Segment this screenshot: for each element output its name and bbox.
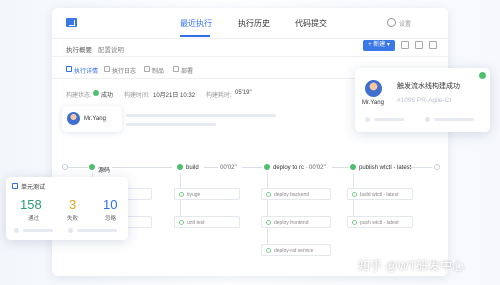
job-label: build wtctl - latest [360,192,399,198]
log-icon [104,66,110,72]
stage-success-icon [177,164,183,170]
pipeline-end-node [434,164,440,170]
watermark: 知乎 @WT研发中心 [358,259,465,273]
placeholder-dot [14,228,19,233]
job-card[interactable]: unit test [174,216,240,228]
success-icon [479,72,486,79]
job-connector [267,173,268,251]
job-label: push wtctl - latest [360,220,399,226]
build-status-value: 成功 [101,93,114,99]
active-tab-indicator [180,35,210,37]
new-button[interactable]: + 新建 ▾ [363,40,395,51]
tab-deploy[interactable]: 部署 [181,66,193,75]
filter-icon[interactable] [401,41,409,49]
user-card[interactable]: Mr.Yang [62,106,122,132]
placeholder-bar [23,229,53,232]
failed-label: 失败 [67,216,79,222]
job-label: deploy frontend [274,220,309,226]
failed-count: 3 [69,197,77,212]
grid-icon[interactable] [429,41,437,49]
placeholder-bar [434,118,474,121]
build-time-label: 构建时间: [124,93,150,99]
stage-build[interactable]: build [186,165,199,171]
avatar [365,80,382,97]
placeholder-bar [77,229,117,232]
job-card[interactable]: deploy backend [261,188,331,200]
stage-connector [242,167,262,168]
tab-run-log[interactable]: 执行日志 [112,66,136,75]
top-nav: 最近执行 执行历史 代码提交 设置 [52,8,448,39]
placeholder-bar [374,118,404,121]
divider [52,56,448,57]
stage-success-icon [89,164,95,170]
tab-code-commits[interactable]: 代码提交 [295,18,327,29]
job-status-icon [266,248,271,253]
job-status-icon [266,192,271,197]
build-duration-label: 构建耗时: [206,93,232,99]
placeholder-bar [126,114,276,117]
job-label: tiyuge [187,192,201,198]
tab-run-detail[interactable]: 执行详情 [74,66,98,75]
list-icon[interactable] [415,41,423,49]
passed-label: 通过 [28,216,40,222]
job-status-icon [266,220,271,225]
stage-connector [68,167,88,168]
success-icon [93,90,99,96]
build-duration-value: 05'19'' [235,90,252,96]
app-logo-icon[interactable] [66,18,77,27]
notification-user: Mr.Yang [362,100,384,106]
subnav-config[interactable]: 配置说明 [98,44,124,54]
stage-connector [112,167,172,168]
stage-publish[interactable]: publish wtctl - latest [359,165,411,171]
stage-connector [410,167,432,168]
tab-run-history[interactable]: 执行历史 [238,18,270,29]
passed-count: 158 [20,197,42,212]
stage-source[interactable]: 源码 [98,165,110,174]
job-card[interactable]: deploy-rat service [261,244,331,256]
placeholder-dot [68,228,73,233]
notification-title: 触发流水线构建成功 [397,83,460,90]
unit-test-card[interactable]: 单元测试 158 通过 3 失败 10 忽略 [6,177,128,240]
stage-connector [306,167,308,168]
placeholder-bar [126,123,216,126]
skipped-label: 忽略 [105,216,117,222]
skipped-count: 10 [103,197,118,212]
placeholder-dot [425,117,430,122]
unit-test-title: 单元测试 [21,185,46,191]
job-card[interactable]: push wtctl - latest [347,216,413,228]
job-card[interactable]: build wtctl - latest [347,188,413,200]
build-status-label: 构建状态: [66,93,92,99]
stage-deploy-rc[interactable]: deploy to rc [273,165,304,171]
notification-subtitle: #1096 PR-Agile-CI [397,97,452,104]
tab-recent-runs[interactable]: 最近执行 [180,18,212,29]
settings-label[interactable]: 设置 [399,19,411,28]
build-success-notification[interactable]: Mr.Yang 触发流水线构建成功 #1096 PR-Agile-CI [355,68,490,132]
user-name: Mr.Yang [84,116,106,122]
job-status-icon [352,192,357,197]
test-icon [12,183,18,189]
tab-artifacts[interactable]: 制品 [152,66,164,75]
job-status-icon [352,220,357,225]
job-status-icon [179,192,184,197]
stage-connector [204,167,218,168]
job-status-icon [179,220,184,225]
stage-connector [332,167,348,168]
stage-success-icon [350,164,356,170]
deploy-icon [173,66,179,72]
detail-icon [66,66,72,72]
job-card[interactable]: deploy frontend [261,216,331,228]
stage-build-time: 00'02'' [220,165,237,171]
artifact-icon [144,66,150,72]
subnav-summary[interactable]: 执行概要 [66,44,92,54]
placeholder-dot [365,117,370,122]
job-label: deploy backend [274,192,310,198]
avatar [67,112,80,125]
job-label: unit test [187,220,205,226]
build-time-value: 10月21日 10:32 [153,93,196,99]
job-label: deploy-rat service [274,248,314,254]
stage-success-icon [264,164,270,170]
job-card[interactable]: tiyuge [174,188,240,200]
gear-icon[interactable] [387,18,396,27]
stage-deploy-rc-time: 00'02'' [309,165,326,171]
